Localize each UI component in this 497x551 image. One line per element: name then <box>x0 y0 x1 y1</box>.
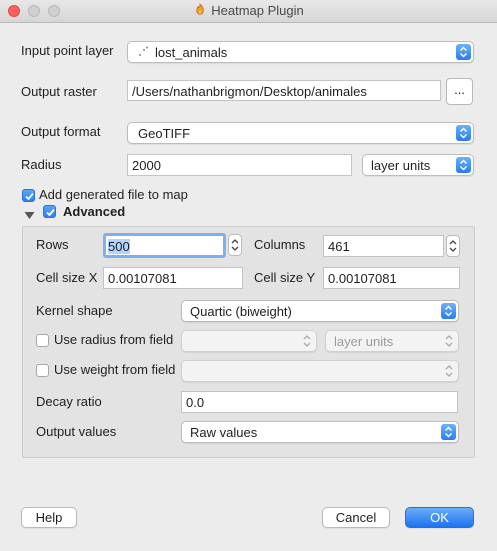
cellsize-y-field[interactable]: 0.00107081 <box>323 267 460 289</box>
rows-value: 500 <box>108 239 130 254</box>
weight-field-checkbox[interactable] <box>36 364 49 377</box>
output-values-value: Raw values <box>190 425 258 440</box>
advanced-checkbox[interactable] <box>43 205 56 218</box>
output-values-label: Output values <box>36 424 117 439</box>
output-raster-label: Output raster <box>21 84 97 99</box>
title-bar[interactable]: Heatmap Plugin <box>0 0 497 23</box>
checkmark-icon <box>46 208 55 217</box>
radius-field-label: Use radius from field <box>54 332 174 347</box>
advanced-label: Advanced <box>63 204 126 219</box>
output-values-combo[interactable]: Raw values <box>181 421 459 443</box>
output-format-value: GeoTIFF <box>138 126 191 141</box>
kernel-shape-combo[interactable]: Quartic (biweight) <box>181 300 459 322</box>
input-layer-combo[interactable]: lost_animals <box>127 41 474 63</box>
stepper-arrows-icon <box>231 239 239 251</box>
checkmark-icon <box>25 192 34 201</box>
output-format-combo[interactable]: GeoTIFF <box>127 122 474 144</box>
decay-ratio-label: Decay ratio <box>36 394 102 409</box>
weight-field-label: Use weight from field <box>54 362 176 377</box>
columns-field[interactable]: 461 <box>323 235 444 257</box>
add-to-map-checkbox[interactable] <box>22 189 35 202</box>
radius-field-units-combo[interactable]: layer units <box>325 330 459 352</box>
rows-field[interactable]: 500 <box>103 233 226 258</box>
kernel-shape-value: Quartic (biweight) <box>190 304 292 319</box>
radius-label: Radius <box>21 157 62 172</box>
help-button[interactable]: Help <box>21 507 77 528</box>
cancel-button[interactable]: Cancel <box>322 507 390 528</box>
kernel-shape-dropdown-icon <box>441 303 456 319</box>
input-layer-label: Input point layer <box>21 43 114 58</box>
radius-field-dropdown-icon <box>302 334 312 348</box>
decay-ratio-field[interactable]: 0.0 <box>181 391 458 413</box>
radius-value: 2000 <box>132 158 161 173</box>
weight-field-combo[interactable] <box>181 360 459 382</box>
output-format-label: Output format <box>21 124 101 139</box>
cellsize-x-field[interactable]: 0.00107081 <box>103 267 243 289</box>
radius-units-combo[interactable]: layer units <box>362 154 474 176</box>
output-format-dropdown-icon <box>456 125 471 141</box>
radius-field-checkbox[interactable] <box>36 334 49 347</box>
input-layer-dropdown-icon <box>456 44 471 60</box>
window-title-text: Heatmap Plugin <box>211 3 304 18</box>
radius-field-units-dropdown-icon <box>444 334 454 348</box>
rows-label: Rows <box>36 237 69 252</box>
ok-button[interactable]: OK <box>405 507 474 528</box>
kernel-shape-label: Kernel shape <box>36 303 113 318</box>
radius-field[interactable]: 2000 <box>127 154 352 176</box>
rows-stepper[interactable] <box>228 234 242 256</box>
radius-field-units-value: layer units <box>334 334 394 349</box>
output-raster-value: /Users/nathanbrigmon/Desktop/animales <box>132 84 367 99</box>
point-layer-icon <box>138 46 150 61</box>
heatmap-dialog: Heatmap Plugin Input point layer lost_an… <box>0 0 497 551</box>
window-title: Heatmap Plugin <box>0 3 497 18</box>
radius-field-combo[interactable] <box>181 330 317 352</box>
decay-ratio-value: 0.0 <box>186 395 205 410</box>
advanced-disclosure-triangle-icon[interactable] <box>24 208 35 223</box>
heatmap-plugin-icon <box>193 3 207 17</box>
columns-stepper[interactable] <box>446 235 460 257</box>
columns-label: Columns <box>254 237 306 252</box>
cellsize-x-label: Cell size X <box>36 270 98 285</box>
output-values-dropdown-icon <box>441 424 456 440</box>
cellsize-x-value: 0.00107081 <box>108 271 177 286</box>
browse-output-button[interactable]: ... <box>446 78 473 105</box>
radius-units-value: layer units <box>371 158 431 173</box>
add-to-map-label: Add generated file to map <box>39 187 188 202</box>
cellsize-y-value: 0.00107081 <box>328 271 397 286</box>
output-raster-field[interactable]: /Users/nathanbrigmon/Desktop/animales <box>127 80 441 101</box>
stepper-arrows-icon <box>449 240 457 252</box>
radius-units-dropdown-icon <box>456 157 471 173</box>
columns-value: 461 <box>328 239 350 254</box>
input-layer-value: lost_animals <box>155 45 228 60</box>
weight-field-dropdown-icon <box>444 364 454 378</box>
cellsize-y-label: Cell size Y <box>254 270 316 285</box>
